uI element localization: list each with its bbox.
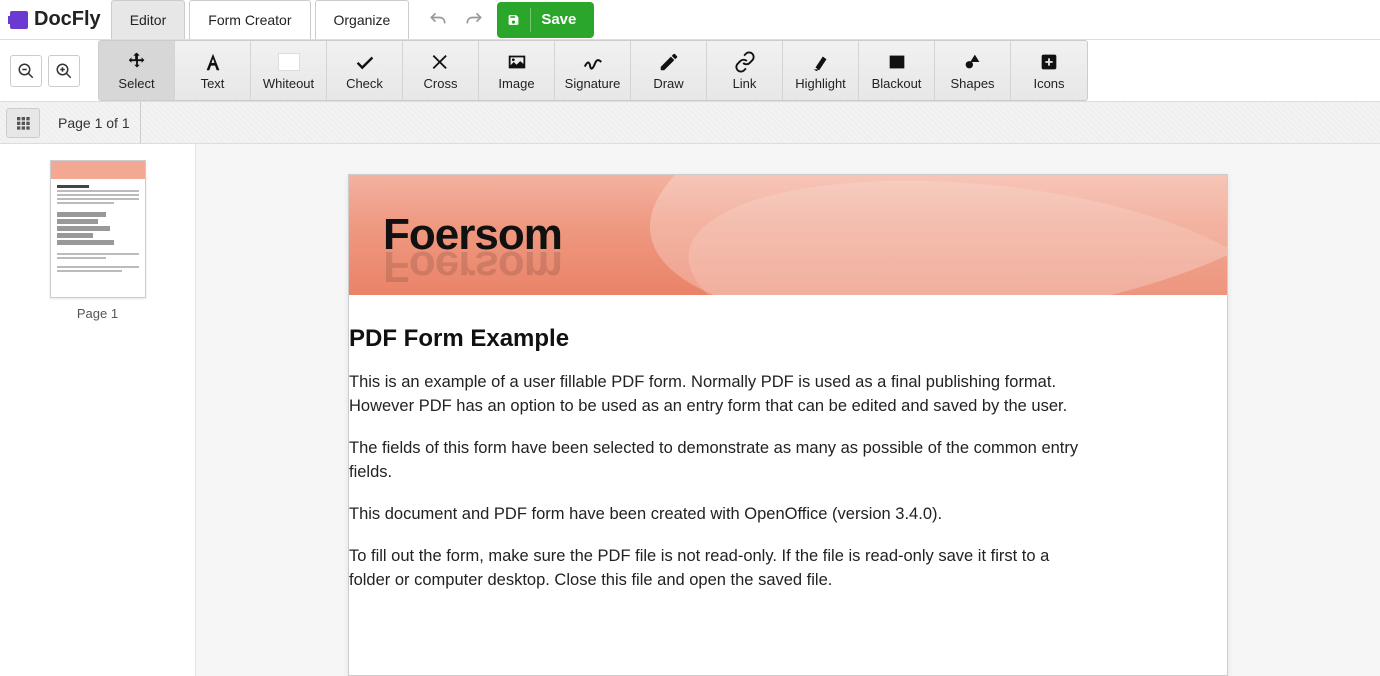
app-name: DocFly [34, 8, 101, 31]
zoom-out-button[interactable] [10, 55, 42, 87]
tab-form-creator[interactable]: Form Creator [189, 0, 310, 39]
text-icon [202, 50, 224, 74]
tool-text[interactable]: Text [175, 41, 251, 100]
tool-link-label: Link [733, 76, 757, 91]
document-paragraph: This is an example of a user fillable PD… [349, 371, 1079, 419]
zoom-out-icon [17, 62, 35, 80]
save-button[interactable]: Save [497, 2, 594, 38]
image-icon [506, 50, 528, 74]
highlight-icon [810, 50, 832, 74]
document-canvas[interactable]: Foersom Foersom PDF Form Example This is… [196, 144, 1380, 676]
tool-cross-label: Cross [424, 76, 458, 91]
shapes-icon [962, 50, 984, 74]
thumbnail-label: Page 1 [77, 306, 118, 321]
redo-button[interactable] [461, 7, 487, 33]
logo-icon [10, 11, 28, 29]
app-header: DocFly Editor Form Creator Organize Save [0, 0, 1380, 40]
page-thumbnail-1[interactable] [50, 160, 146, 298]
tab-editor-label: Editor [130, 12, 167, 28]
document-page: Foersom Foersom PDF Form Example This is… [348, 174, 1228, 676]
tab-organize[interactable]: Organize [315, 0, 410, 39]
tool-signature-label: Signature [565, 76, 621, 91]
tool-shapes[interactable]: Shapes [935, 41, 1011, 100]
page-bar: Page 1 of 1 [0, 102, 1380, 144]
tool-image[interactable]: Image [479, 41, 555, 100]
tab-organize-label: Organize [334, 12, 391, 28]
tool-whiteout[interactable]: Whiteout [251, 41, 327, 100]
main-area: Page 1 Foersom Foersom PDF Form Example … [0, 144, 1380, 676]
document-paragraph: To fill out the form, make sure the PDF … [349, 545, 1079, 593]
document-body: PDF Form Example This is an example of a… [349, 295, 1227, 650]
tool-shapes-label: Shapes [950, 76, 994, 91]
tool-image-label: Image [498, 76, 534, 91]
tool-text-label: Text [201, 76, 225, 91]
tool-select[interactable]: Select [99, 41, 175, 100]
tool-highlight[interactable]: Highlight [783, 41, 859, 100]
header-actions: Save [425, 2, 594, 38]
page-indicator-text: Page 1 of 1 [58, 115, 130, 131]
cross-icon [430, 50, 452, 74]
save-icon [507, 8, 531, 32]
app-logo: DocFly [0, 8, 111, 31]
zoom-in-button[interactable] [48, 55, 80, 87]
banner-title: Foersom [383, 210, 562, 260]
tab-form-creator-label: Form Creator [208, 12, 291, 28]
undo-icon [428, 10, 448, 30]
undo-button[interactable] [425, 7, 451, 33]
zoom-controls [0, 40, 90, 101]
mode-tabs: Editor Form Creator Organize [111, 0, 414, 39]
zoom-in-icon [55, 62, 73, 80]
editor-toolbar: Select Text Whiteout Check Cross Image S… [0, 40, 1380, 102]
document-heading: PDF Form Example [349, 325, 1227, 371]
tool-draw-label: Draw [653, 76, 683, 91]
check-icon [354, 50, 376, 74]
redo-icon [464, 10, 484, 30]
link-icon [734, 50, 756, 74]
tab-editor[interactable]: Editor [111, 0, 186, 39]
tool-signature[interactable]: Signature [555, 41, 631, 100]
document-paragraph: This document and PDF form have been cre… [349, 503, 1079, 527]
tool-cross[interactable]: Cross [403, 41, 479, 100]
save-label: Save [541, 11, 576, 28]
page-indicator: Page 1 of 1 [48, 102, 141, 143]
whiteout-icon [278, 50, 300, 74]
thumbnails-toggle-button[interactable] [6, 108, 40, 138]
tool-highlight-label: Highlight [795, 76, 846, 91]
tool-check[interactable]: Check [327, 41, 403, 100]
thumbnail-sidebar: Page 1 [0, 144, 196, 676]
document-banner: Foersom Foersom [349, 175, 1227, 295]
tool-group: Select Text Whiteout Check Cross Image S… [98, 40, 1088, 101]
signature-icon [582, 50, 604, 74]
tool-icons-label: Icons [1033, 76, 1064, 91]
pencil-icon [658, 50, 680, 74]
tool-check-label: Check [346, 76, 383, 91]
tool-icons[interactable]: Icons [1011, 41, 1087, 100]
tool-select-label: Select [118, 76, 154, 91]
document-paragraph: The fields of this form have been select… [349, 437, 1079, 485]
tool-blackout-label: Blackout [872, 76, 922, 91]
tool-whiteout-label: Whiteout [263, 76, 314, 91]
tool-draw[interactable]: Draw [631, 41, 707, 100]
plus-square-icon [1038, 50, 1060, 74]
blackout-icon [886, 50, 908, 74]
move-icon [126, 50, 148, 74]
tool-link[interactable]: Link [707, 41, 783, 100]
grid-icon [15, 115, 31, 131]
tool-blackout[interactable]: Blackout [859, 41, 935, 100]
